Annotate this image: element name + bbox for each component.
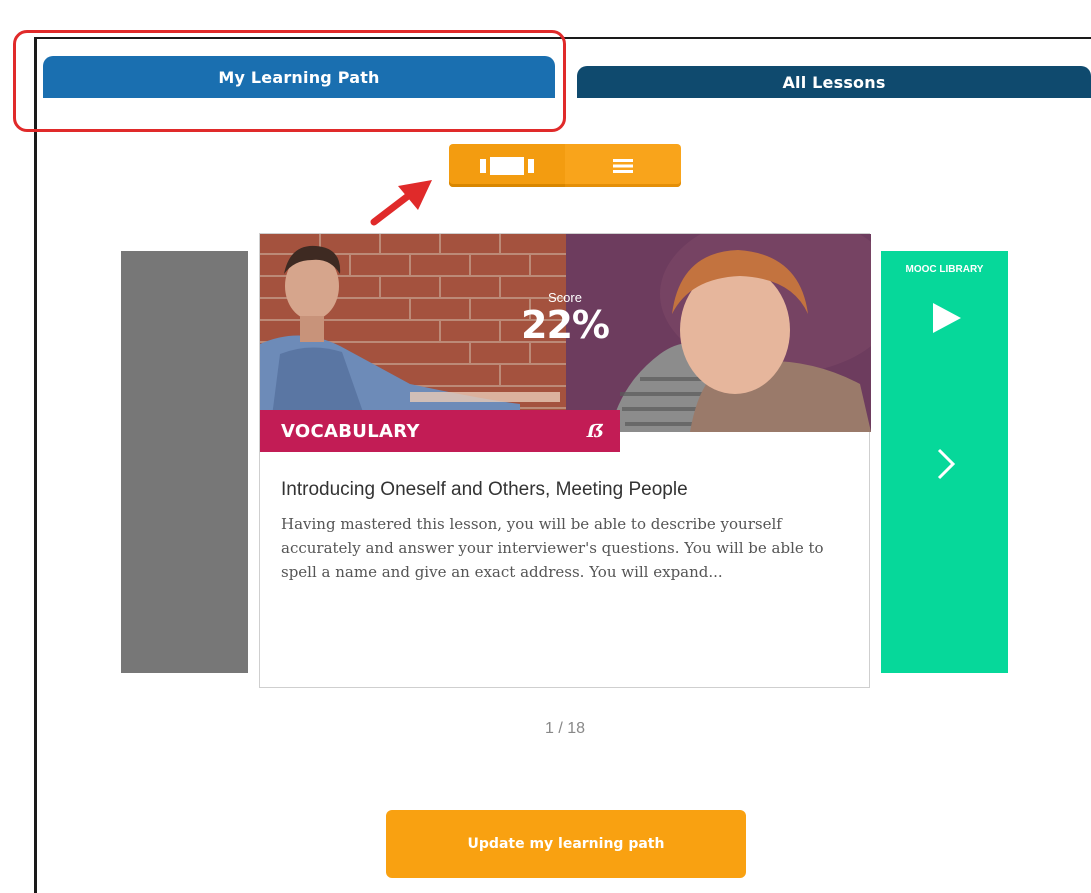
previous-lesson-card[interactable] [121, 251, 248, 673]
ab-icon: ẞ [586, 420, 604, 442]
score-display: Score 22% [510, 290, 620, 347]
lesson-image: Score 22% [260, 234, 871, 432]
annotation-highlight-box [13, 30, 566, 132]
tab-label: All Lessons [782, 72, 886, 92]
chevron-right-icon[interactable] [935, 447, 957, 481]
lesson-card[interactable]: Score 22% VOCABULARY ẞ Introducing Onese… [259, 233, 871, 688]
list-view-icon [613, 158, 633, 173]
update-learning-path-button[interactable]: Update my learning path [386, 810, 746, 878]
lesson-title: Introducing Oneself and Others, Meeting … [281, 479, 688, 500]
score-value: 22% [521, 303, 610, 347]
pagination-indicator: 1 / 18 [544, 720, 586, 737]
mooc-library-label: MOOC LIBRARY [905, 264, 984, 275]
category-badge: VOCABULARY ẞ [260, 410, 620, 452]
tab-all-lessons[interactable]: All Lessons [577, 66, 1091, 98]
play-icon[interactable] [931, 301, 963, 335]
view-toggle [449, 144, 681, 187]
card-view-icon [480, 156, 534, 175]
next-lesson-card[interactable]: MOOC LIBRARY [881, 251, 1008, 673]
category-label: VOCABULARY [281, 420, 420, 442]
card-view-button[interactable] [449, 144, 565, 187]
frame-left-border [34, 37, 37, 893]
list-view-button[interactable] [565, 144, 681, 187]
update-button-label: Update my learning path [467, 836, 665, 852]
annotation-arrow-icon [370, 180, 432, 226]
lesson-description: Having mastered this lesson, you will be… [281, 515, 824, 581]
